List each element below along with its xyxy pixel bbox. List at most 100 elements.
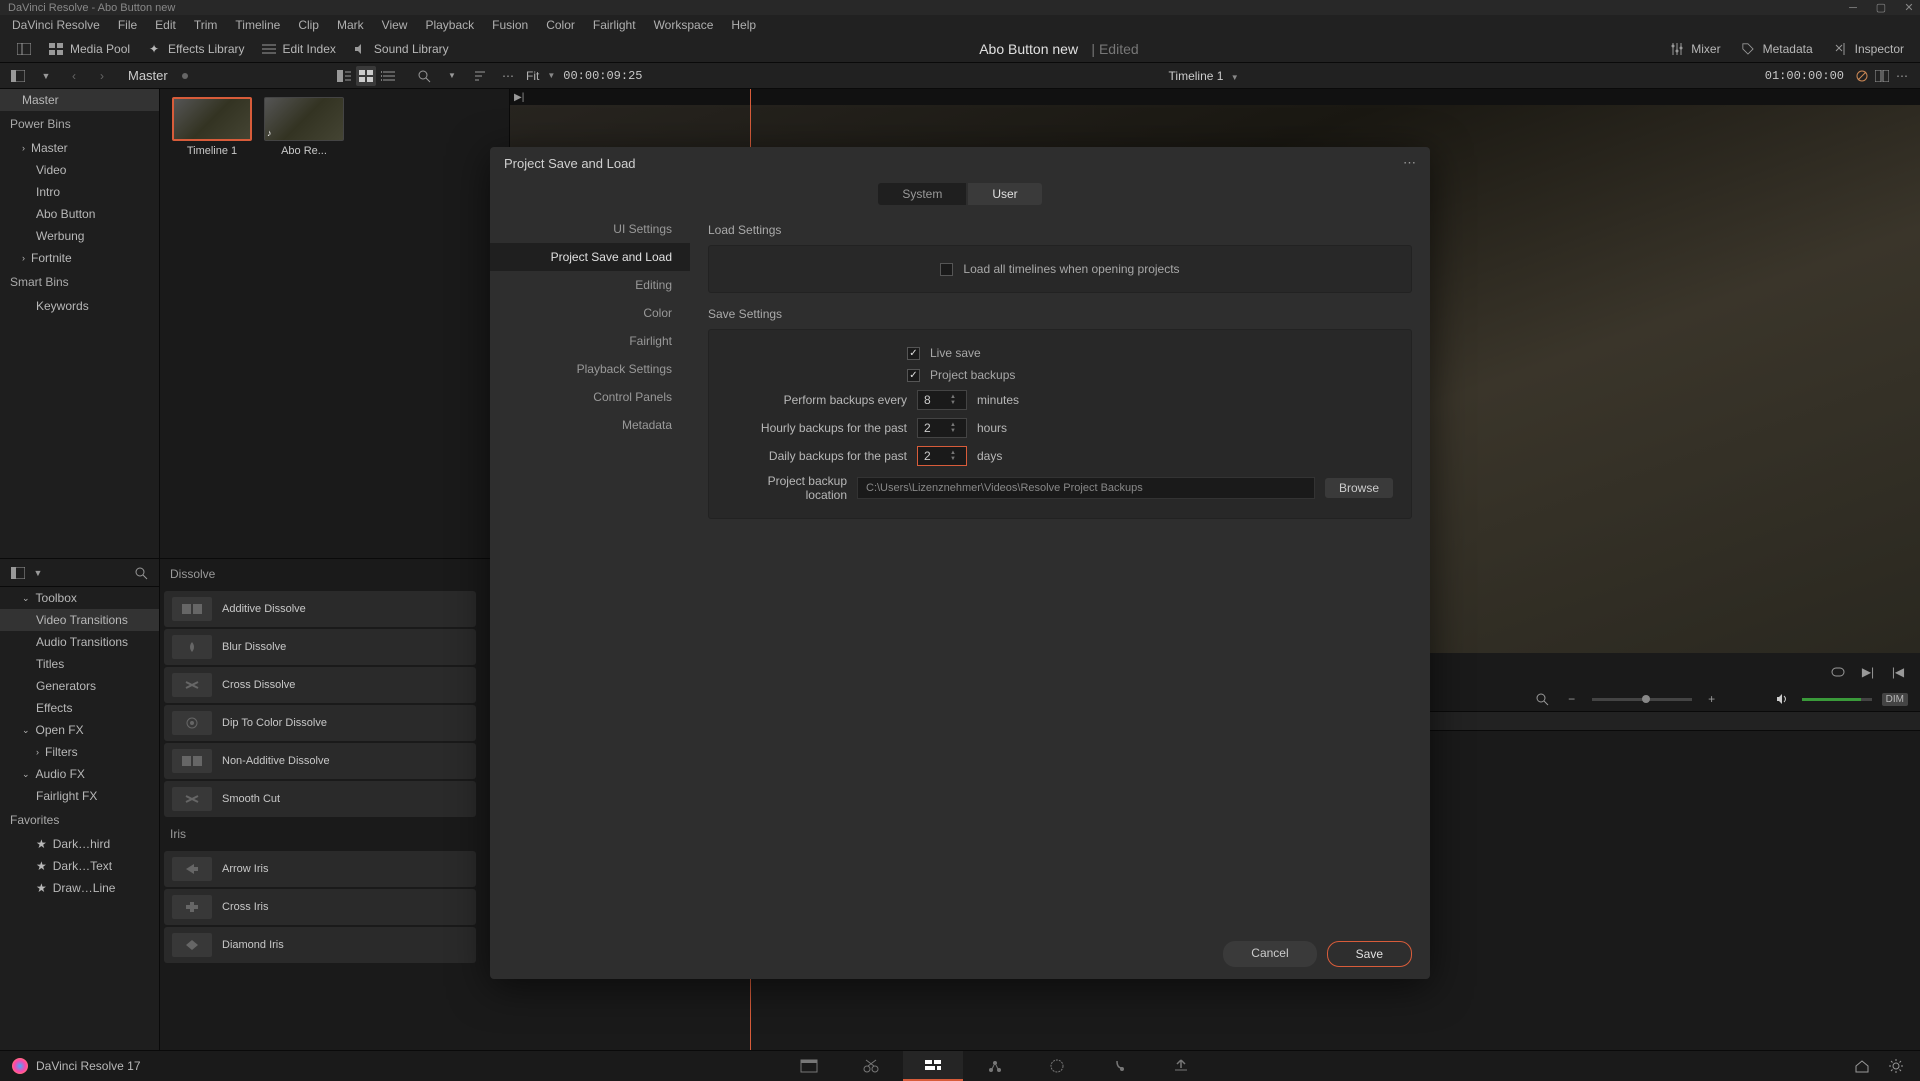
layout-toggle-button[interactable] xyxy=(8,41,40,57)
effects-audio-transitions[interactable]: Audio Transitions xyxy=(0,631,159,653)
inspector-toggle[interactable]: Inspector xyxy=(1825,41,1912,57)
tab-system[interactable]: System xyxy=(878,183,966,205)
page-deliver[interactable] xyxy=(1151,1051,1211,1081)
next-clip-button[interactable]: ▶| xyxy=(1858,662,1878,682)
dim-button[interactable]: DIM xyxy=(1882,693,1908,706)
backup-location-input[interactable]: C:\Users\Lizenznehmer\Videos\Resolve Pro… xyxy=(857,477,1315,499)
menu-trim[interactable]: Trim xyxy=(186,16,226,34)
bin-video[interactable]: Video xyxy=(0,159,159,181)
effects-titles[interactable]: Titles xyxy=(0,653,159,675)
timeline-selector[interactable]: Timeline 1 xyxy=(1169,69,1224,83)
menu-help[interactable]: Help xyxy=(723,16,764,34)
menu-timeline[interactable]: Timeline xyxy=(227,16,288,34)
sort-button[interactable] xyxy=(470,66,490,86)
zoom-slider[interactable] xyxy=(1592,698,1692,701)
edit-index-toggle[interactable]: Edit Index xyxy=(253,41,344,57)
effect-additive-dissolve[interactable]: Additive Dissolve xyxy=(164,591,476,627)
bin-fortnite[interactable]: ›Fortnite xyxy=(0,247,159,269)
effects-audiofx[interactable]: ⌄Audio FX xyxy=(0,763,159,785)
effects-fairlightfx[interactable]: Fairlight FX xyxy=(0,785,159,807)
dual-viewer-button[interactable] xyxy=(1872,66,1892,86)
tab-user[interactable]: User xyxy=(968,183,1041,205)
zoom-fit-dropdown[interactable]: Fit xyxy=(526,69,539,83)
menu-fairlight[interactable]: Fairlight xyxy=(585,16,644,34)
loop-button[interactable] xyxy=(1828,662,1848,682)
spinner-icon[interactable]: ▲▼ xyxy=(950,450,960,462)
search-button[interactable] xyxy=(131,563,151,583)
breadcrumb[interactable]: Master xyxy=(128,68,168,83)
menu-mark[interactable]: Mark xyxy=(329,16,372,34)
load-all-timelines-checkbox[interactable] xyxy=(940,263,953,276)
clip-abo-re[interactable]: ♪ Abo Re... xyxy=(264,97,344,157)
menu-file[interactable]: File xyxy=(110,16,145,34)
search-dropdown-icon[interactable]: ▼ xyxy=(442,66,462,86)
pref-editing[interactable]: Editing xyxy=(490,271,690,299)
effects-openfx[interactable]: ⌄Open FX xyxy=(0,719,159,741)
mixer-toggle[interactable]: Mixer xyxy=(1661,41,1728,57)
pref-fairlight[interactable]: Fairlight xyxy=(490,327,690,355)
last-frame-button[interactable]: |◀ xyxy=(1888,662,1908,682)
more-options-button[interactable]: ⋯ xyxy=(498,66,518,86)
bin-abo-button[interactable]: Abo Button xyxy=(0,203,159,225)
viewer-timecode[interactable]: 00:00:09:25 xyxy=(563,69,642,83)
project-settings-button[interactable] xyxy=(1886,1056,1906,1076)
live-save-checkbox[interactable] xyxy=(907,347,920,360)
dialog-menu-button[interactable]: ⋯ xyxy=(1403,155,1416,171)
media-pool-toggle[interactable]: Media Pool xyxy=(40,41,138,57)
page-fusion[interactable] xyxy=(965,1051,1025,1081)
panel-toggle-button[interactable] xyxy=(8,563,28,583)
effect-blur-dissolve[interactable]: Blur Dissolve xyxy=(164,629,476,665)
effect-cross-dissolve[interactable]: Cross Dissolve xyxy=(164,667,476,703)
project-backups-checkbox[interactable] xyxy=(907,369,920,382)
pref-project-save-load[interactable]: Project Save and Load xyxy=(490,243,690,271)
page-color[interactable] xyxy=(1027,1051,1087,1081)
menu-playback[interactable]: Playback xyxy=(417,16,482,34)
record-timecode[interactable]: 01:00:00:00 xyxy=(1765,69,1844,83)
window-minimize-button[interactable]: ─ xyxy=(1846,3,1860,13)
page-cut[interactable] xyxy=(841,1051,901,1081)
effects-library-toggle[interactable]: ✦ Effects Library xyxy=(138,41,252,57)
effect-non-additive[interactable]: Non-Additive Dissolve xyxy=(164,743,476,779)
effects-generators[interactable]: Generators xyxy=(0,675,159,697)
pref-color[interactable]: Color xyxy=(490,299,690,327)
browse-button[interactable]: Browse xyxy=(1325,478,1393,498)
page-fairlight[interactable] xyxy=(1089,1051,1149,1081)
bin-keywords[interactable]: Keywords xyxy=(0,295,159,317)
menu-workspace[interactable]: Workspace xyxy=(646,16,722,34)
pref-control-panels[interactable]: Control Panels xyxy=(490,383,690,411)
spinner-icon[interactable]: ▲▼ xyxy=(950,422,960,434)
bin-master[interactable]: Master xyxy=(0,89,159,111)
search-button[interactable] xyxy=(414,66,434,86)
fav-2[interactable]: ★Dark…Text xyxy=(0,855,159,877)
match-frame-button[interactable]: ▶| xyxy=(514,92,524,103)
viewer-options-button[interactable]: ⋯ xyxy=(1892,66,1912,86)
clip-timeline-1[interactable]: Timeline 1 xyxy=(172,97,252,157)
menu-edit[interactable]: Edit xyxy=(147,16,184,34)
effects-video-transitions[interactable]: Video Transitions xyxy=(0,609,159,631)
menu-clip[interactable]: Clip xyxy=(290,16,327,34)
page-media[interactable] xyxy=(779,1051,839,1081)
spinner-icon[interactable]: ▲▼ xyxy=(950,394,960,406)
effect-dip-to-color[interactable]: Dip To Color Dissolve xyxy=(164,705,476,741)
effect-cross-iris[interactable]: Cross Iris xyxy=(164,889,476,925)
effects-effects[interactable]: Effects xyxy=(0,697,159,719)
page-edit[interactable] xyxy=(903,1051,963,1081)
effects-filters[interactable]: ›Filters xyxy=(0,741,159,763)
chevron-down-icon[interactable]: ▼ xyxy=(36,66,56,86)
menu-fusion[interactable]: Fusion xyxy=(484,16,536,34)
bin-master-expand[interactable]: ›Master xyxy=(0,137,159,159)
window-maximize-button[interactable]: ▢ xyxy=(1874,3,1888,13)
menu-view[interactable]: View xyxy=(374,16,416,34)
effect-diamond-iris[interactable]: Diamond Iris xyxy=(164,927,476,963)
pref-ui-settings[interactable]: UI Settings xyxy=(490,215,690,243)
effect-smooth-cut[interactable]: Smooth Cut xyxy=(164,781,476,817)
chevron-down-icon[interactable]: ▼ xyxy=(28,563,48,583)
bin-werbung[interactable]: Werbung xyxy=(0,225,159,247)
menu-davinci[interactable]: DaVinci Resolve xyxy=(4,16,108,34)
volume-icon[interactable] xyxy=(1772,689,1792,709)
view-grid-button[interactable] xyxy=(356,66,376,86)
sound-library-toggle[interactable]: Sound Library xyxy=(344,41,457,57)
menu-color[interactable]: Color xyxy=(538,16,583,34)
effects-toolbox[interactable]: ⌄Toolbox xyxy=(0,587,159,609)
hourly-past-input[interactable]: 2▲▼ xyxy=(917,418,967,438)
